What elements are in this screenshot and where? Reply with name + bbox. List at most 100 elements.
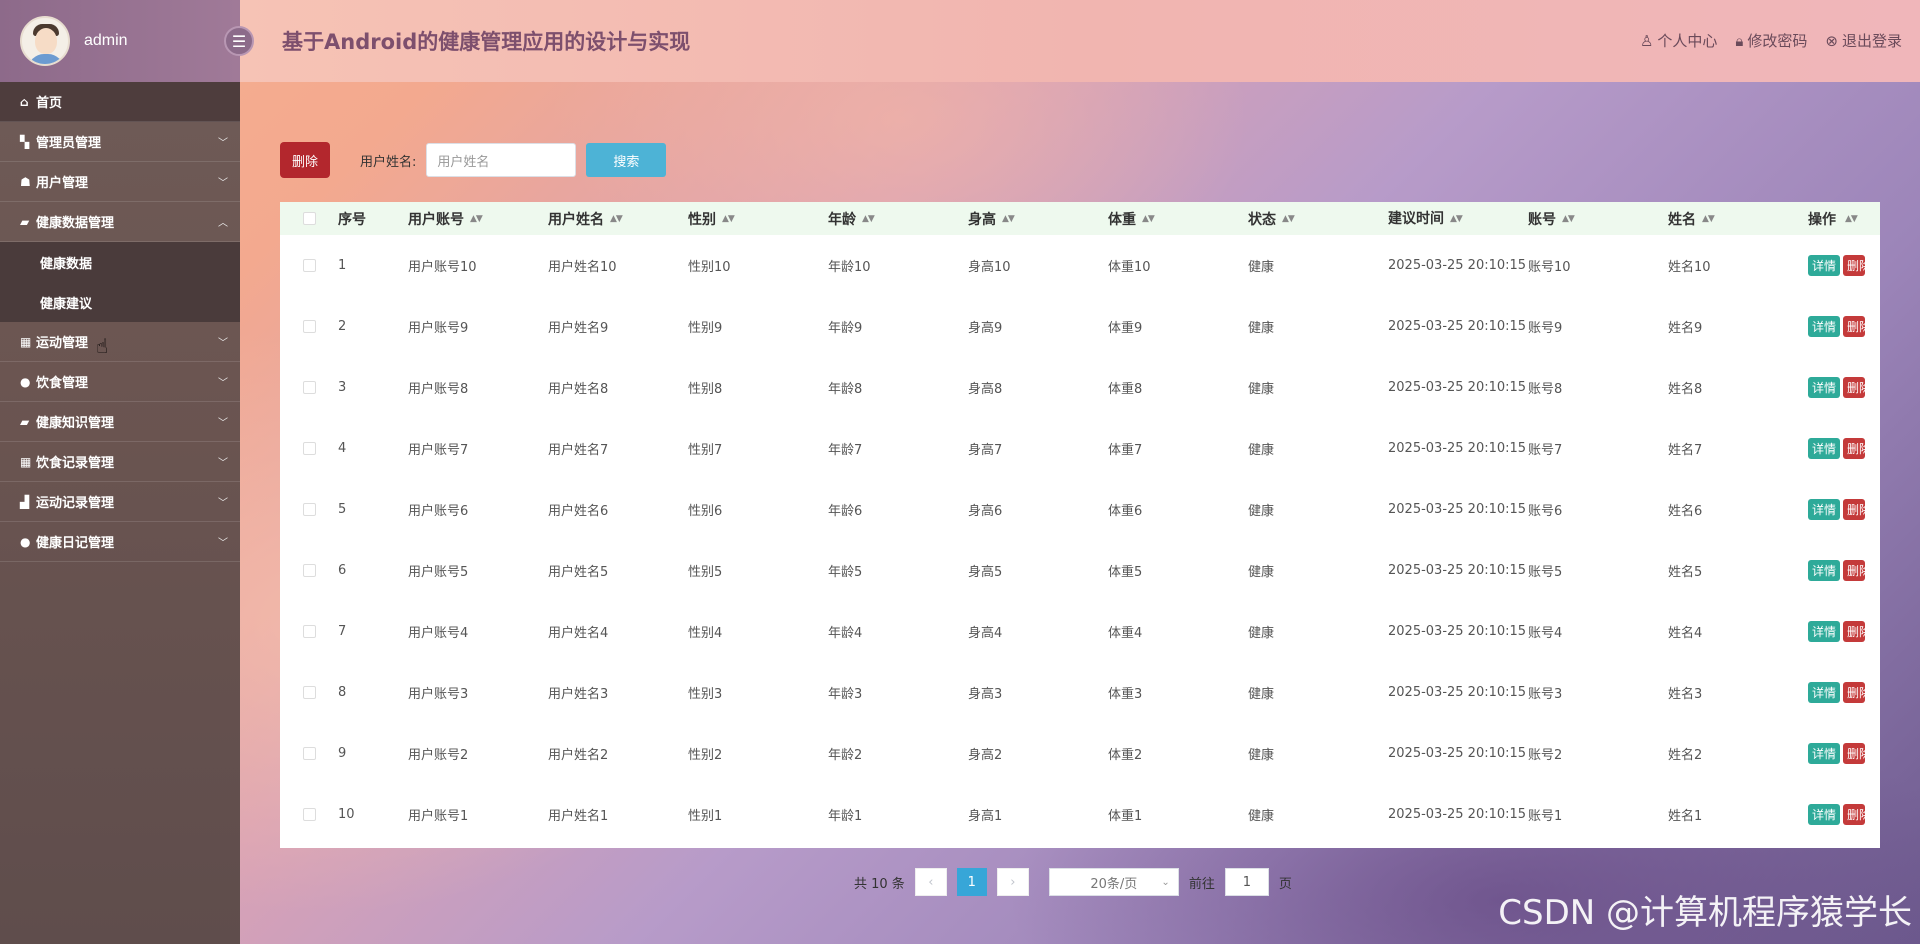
logout-link[interactable]: ⊗ 退出登录 bbox=[1825, 30, 1902, 51]
sidebar-item[interactable]: ▦ 饮食记录管理 ﹀ bbox=[0, 442, 240, 482]
row-checkbox[interactable] bbox=[302, 625, 316, 638]
column-header[interactable]: 年龄 ▲▼ bbox=[828, 209, 968, 229]
row-delete-button[interactable]: 删除 bbox=[1843, 804, 1866, 825]
sidebar-item[interactable]: ▦ 运动管理 ﹀ bbox=[0, 322, 240, 362]
row-actions: 详情删除 bbox=[1808, 682, 1880, 703]
sidebar-item[interactable]: ● 饮食管理 ﹀ bbox=[0, 362, 240, 402]
batch-delete-button[interactable]: 删除 bbox=[280, 142, 330, 178]
row-delete-button[interactable]: 删除 bbox=[1843, 499, 1866, 520]
sort-icon[interactable]: ▲▼ bbox=[1845, 214, 1858, 224]
sort-icon[interactable]: ▲▼ bbox=[610, 214, 623, 224]
sidebar-item[interactable]: ☗ 用户管理 ﹀ bbox=[0, 162, 240, 202]
table-cell: 10 bbox=[338, 807, 355, 822]
sort-icon[interactable]: ▲▼ bbox=[1002, 214, 1015, 224]
page-size-select[interactable]: 20条/页 ⌄ bbox=[1048, 868, 1179, 896]
sidebar-item[interactable]: ▰ 健康数据管理 ︿ bbox=[0, 202, 240, 242]
table-cell: 性别4 bbox=[688, 626, 723, 641]
chevron-down-icon: ﹀ bbox=[218, 178, 228, 189]
row-actions: 详情删除 bbox=[1808, 560, 1880, 581]
column-header[interactable]: 状态 ▲▼ bbox=[1248, 209, 1388, 229]
detail-button[interactable]: 详情 bbox=[1808, 804, 1841, 825]
table-row: 6 用户账号5 用户姓名5 性别5 年龄5 身高5 体重5 健康 2025-03-25 20:1… bbox=[280, 540, 1880, 601]
table-row: 4 用户账号7 用户姓名7 性别7 年龄7 身高7 体重7 健康 2025-03-25 20:1… bbox=[280, 418, 1880, 479]
row-actions: 详情删除 bbox=[1808, 316, 1880, 337]
row-checkbox[interactable] bbox=[302, 747, 316, 760]
row-delete-button[interactable]: 删除 bbox=[1843, 377, 1866, 398]
table-cell: 健康 bbox=[1248, 809, 1275, 824]
prev-page-button[interactable]: ‹ bbox=[914, 868, 947, 896]
row-checkbox[interactable] bbox=[302, 686, 316, 699]
sort-icon[interactable]: ▲▼ bbox=[1702, 214, 1715, 224]
table-cell: 姓名10 bbox=[1668, 260, 1711, 275]
column-header[interactable]: 用户账号 ▲▼ bbox=[408, 209, 548, 229]
row-delete-button[interactable]: 删除 bbox=[1843, 255, 1866, 276]
detail-button[interactable]: 详情 bbox=[1808, 255, 1841, 276]
search-input[interactable]: 用户姓名 bbox=[426, 143, 577, 177]
sort-icon[interactable]: ▲▼ bbox=[1142, 214, 1155, 224]
sort-icon[interactable]: ▲▼ bbox=[722, 214, 735, 224]
row-checkbox[interactable] bbox=[302, 442, 316, 455]
table-cell: 用户账号8 bbox=[408, 382, 469, 397]
detail-button[interactable]: 详情 bbox=[1808, 316, 1841, 337]
row-delete-button[interactable]: 删除 bbox=[1843, 316, 1866, 337]
detail-button[interactable]: 详情 bbox=[1808, 743, 1841, 764]
detail-button[interactable]: 详情 bbox=[1808, 499, 1841, 520]
detail-button[interactable]: 详情 bbox=[1808, 377, 1841, 398]
column-header[interactable]: 姓名 ▲▼ bbox=[1668, 209, 1808, 229]
column-header[interactable]: 操作 ▲▼ bbox=[1808, 209, 1880, 229]
sort-icon[interactable]: ▲▼ bbox=[470, 214, 483, 224]
row-checkbox[interactable] bbox=[302, 381, 316, 394]
collapse-menu-icon[interactable]: ☰ bbox=[224, 26, 254, 56]
app-title: 基于Android的健康管理应用的设计与实现 bbox=[282, 30, 691, 54]
table-cell: 账号7 bbox=[1528, 443, 1563, 458]
column-header[interactable]: 建议时间 ▲▼ bbox=[1388, 207, 1528, 231]
column-header[interactable]: 身高 ▲▼ bbox=[968, 209, 1108, 229]
row-actions: 详情删除 bbox=[1808, 499, 1880, 520]
sidebar-item[interactable]: ▰ 健康知识管理 ﹀ bbox=[0, 402, 240, 442]
row-checkbox[interactable] bbox=[302, 259, 316, 272]
column-header[interactable]: 性别 ▲▼ bbox=[688, 209, 828, 229]
column-header: 序号 bbox=[338, 209, 408, 229]
sidebar-item-label: 首页 bbox=[36, 96, 63, 111]
select-all-checkbox[interactable] bbox=[302, 212, 316, 225]
column-header[interactable]: 账号 ▲▼ bbox=[1528, 209, 1668, 229]
detail-button[interactable]: 详情 bbox=[1808, 682, 1841, 703]
sidebar-subitem[interactable]: 健康建议 bbox=[0, 282, 240, 322]
sidebar-item[interactable]: ▟ 运动记录管理 ﹀ bbox=[0, 482, 240, 522]
detail-button[interactable]: 详情 bbox=[1808, 560, 1841, 581]
detail-button[interactable]: 详情 bbox=[1808, 438, 1841, 459]
row-checkbox[interactable] bbox=[302, 503, 316, 516]
sidebar-item[interactable]: ▚ 管理员管理 ﹀ bbox=[0, 122, 240, 162]
sort-icon[interactable]: ▲▼ bbox=[1450, 207, 1463, 231]
pointer-cursor-icon: ☝ bbox=[96, 334, 109, 358]
sidebar-item[interactable]: ● 健康日记管理 ﹀ bbox=[0, 522, 240, 562]
current-page-button[interactable]: 1 bbox=[956, 868, 987, 896]
table-cell: 用户姓名9 bbox=[548, 321, 609, 336]
table-row: 9 用户账号2 用户姓名2 性别2 年龄2 身高2 体重2 健康 2025-03-25 20:1… bbox=[280, 723, 1880, 784]
row-delete-button[interactable]: 删除 bbox=[1843, 438, 1866, 459]
sort-icon[interactable]: ▲▼ bbox=[1282, 214, 1295, 224]
sort-icon[interactable]: ▲▼ bbox=[862, 214, 875, 224]
sidebar-subitem[interactable]: 健康数据 bbox=[0, 242, 240, 282]
avatar[interactable] bbox=[20, 16, 70, 66]
row-checkbox[interactable] bbox=[302, 808, 316, 821]
change-password-link[interactable]: 🔒︎ 修改密码 bbox=[1735, 30, 1807, 51]
goto-page-input[interactable]: 1 bbox=[1224, 868, 1269, 896]
sidebar-item[interactable]: ⌂ 首页 bbox=[0, 82, 240, 122]
row-delete-button[interactable]: 删除 bbox=[1843, 743, 1866, 764]
next-page-button[interactable]: › bbox=[996, 868, 1029, 896]
row-delete-button[interactable]: 删除 bbox=[1843, 560, 1866, 581]
row-checkbox[interactable] bbox=[302, 320, 316, 333]
row-checkbox[interactable] bbox=[302, 564, 316, 577]
chevron-down-icon: ﹀ bbox=[218, 538, 228, 549]
search-button[interactable]: 搜索 bbox=[586, 143, 667, 177]
profile-link[interactable]: ♙ 个人中心 bbox=[1640, 30, 1717, 51]
detail-button[interactable]: 详情 bbox=[1808, 621, 1841, 642]
table-cell: 年龄1 bbox=[828, 809, 863, 824]
row-delete-button[interactable]: 删除 bbox=[1843, 621, 1866, 642]
column-header[interactable]: 用户姓名 ▲▼ bbox=[548, 209, 688, 229]
sort-icon[interactable]: ▲▼ bbox=[1562, 214, 1575, 224]
row-delete-button[interactable]: 删除 bbox=[1843, 682, 1866, 703]
column-header[interactable]: 体重 ▲▼ bbox=[1108, 209, 1248, 229]
table-cell: 身高3 bbox=[968, 687, 1003, 702]
